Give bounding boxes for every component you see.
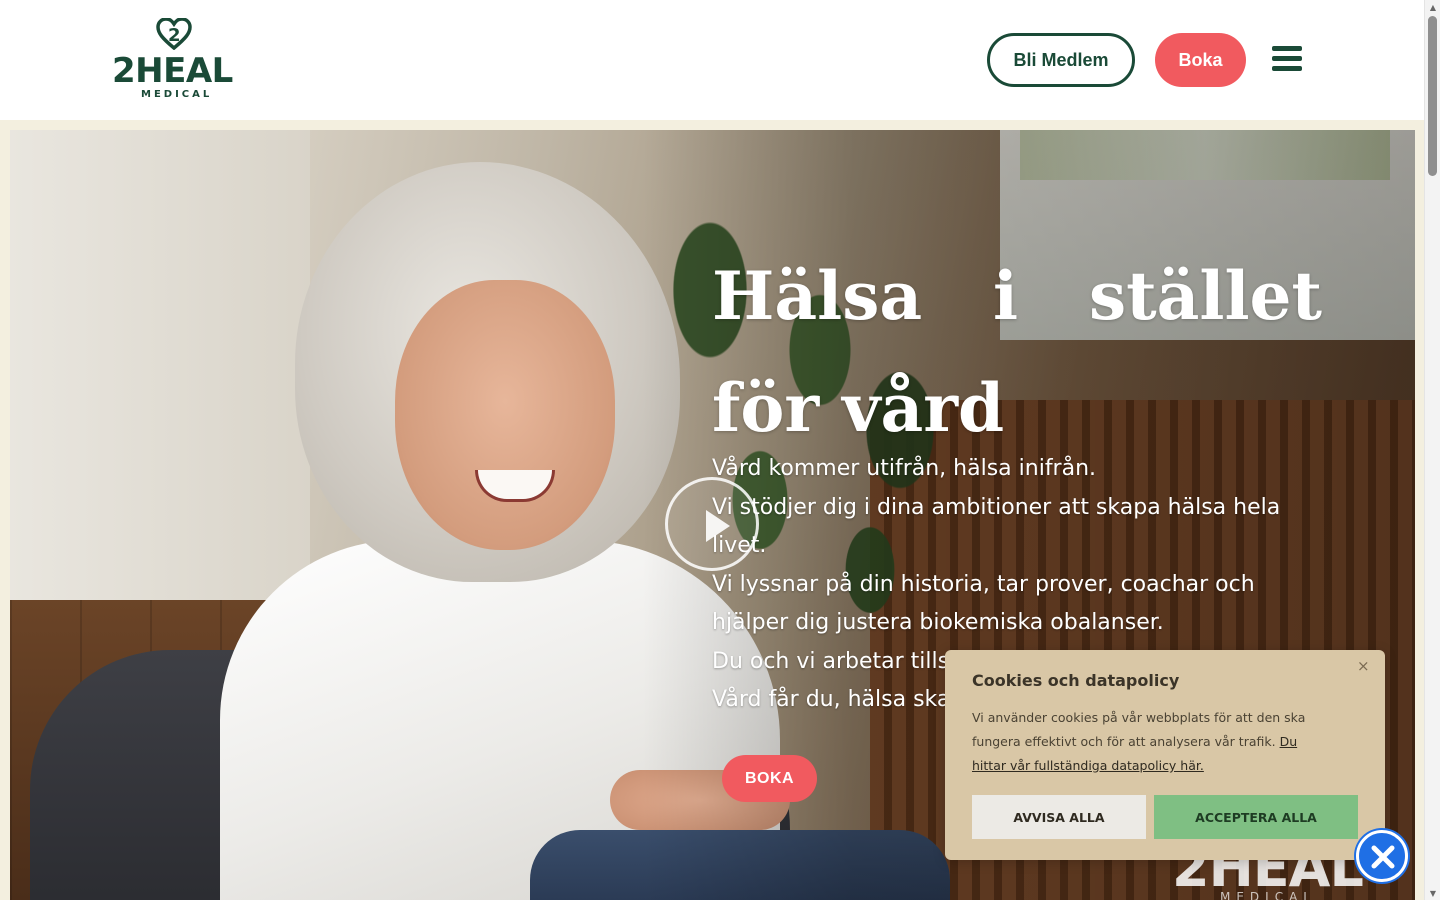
- play-icon[interactable]: [665, 477, 759, 571]
- heart-logo-icon: 2: [156, 18, 192, 50]
- hero-paragraph: Vård kommer utifrån, hälsa inifrån.: [712, 456, 1097, 481]
- cookie-body-text: Vi använder cookies på vår webbplats för…: [972, 710, 1306, 749]
- hamburger-line: [1272, 56, 1302, 61]
- become-member-button[interactable]: Bli Medlem: [987, 33, 1135, 87]
- hero-paragraph: Vi stödjer dig i dina ambitioner att ska…: [712, 494, 1281, 559]
- hero-paragraph: Vi lyssnar på din historia, tar prover, …: [712, 571, 1255, 636]
- logo-tagline: MEDICAL: [141, 89, 213, 100]
- accept-all-button[interactable]: ACCEPTERA ALLA: [1154, 795, 1358, 839]
- hamburger-icon[interactable]: [1272, 44, 1304, 74]
- hamburger-line: [1272, 46, 1302, 51]
- book-button[interactable]: Boka: [1155, 33, 1246, 87]
- cookie-title: Cookies och datapolicy: [972, 671, 1180, 690]
- svg-text:2: 2: [168, 25, 181, 46]
- accessibility-icon[interactable]: [1356, 830, 1408, 882]
- logo[interactable]: 2 2HEAL MEDICAL: [112, 18, 242, 104]
- video-watermark-tagline: MEDICAL: [1220, 890, 1316, 900]
- logo-wordmark: 2HEAL: [112, 51, 233, 91]
- hero-book-button[interactable]: BOKA: [722, 755, 817, 802]
- site-header: 2 2HEAL MEDICAL Bli Medlem Boka: [0, 0, 1424, 120]
- scroll-down-icon[interactable]: ▼: [1425, 886, 1440, 900]
- scrollbar[interactable]: ▲ ▼: [1424, 0, 1440, 900]
- scroll-up-icon[interactable]: ▲: [1425, 0, 1440, 14]
- scrollbar-thumb[interactable]: [1428, 16, 1437, 176]
- close-icon[interactable]: ×: [1357, 658, 1371, 674]
- accessibility-glyph-icon: [1371, 845, 1395, 869]
- reject-all-button[interactable]: AVVISA ALLA: [972, 795, 1146, 839]
- hero-title: Hälsa i stället för vård: [712, 257, 1322, 447]
- cookie-banner: × Cookies och datapolicy Vi använder coo…: [945, 650, 1385, 860]
- hamburger-line: [1272, 66, 1302, 71]
- cookie-body: Vi använder cookies på vår webbplats för…: [972, 706, 1332, 778]
